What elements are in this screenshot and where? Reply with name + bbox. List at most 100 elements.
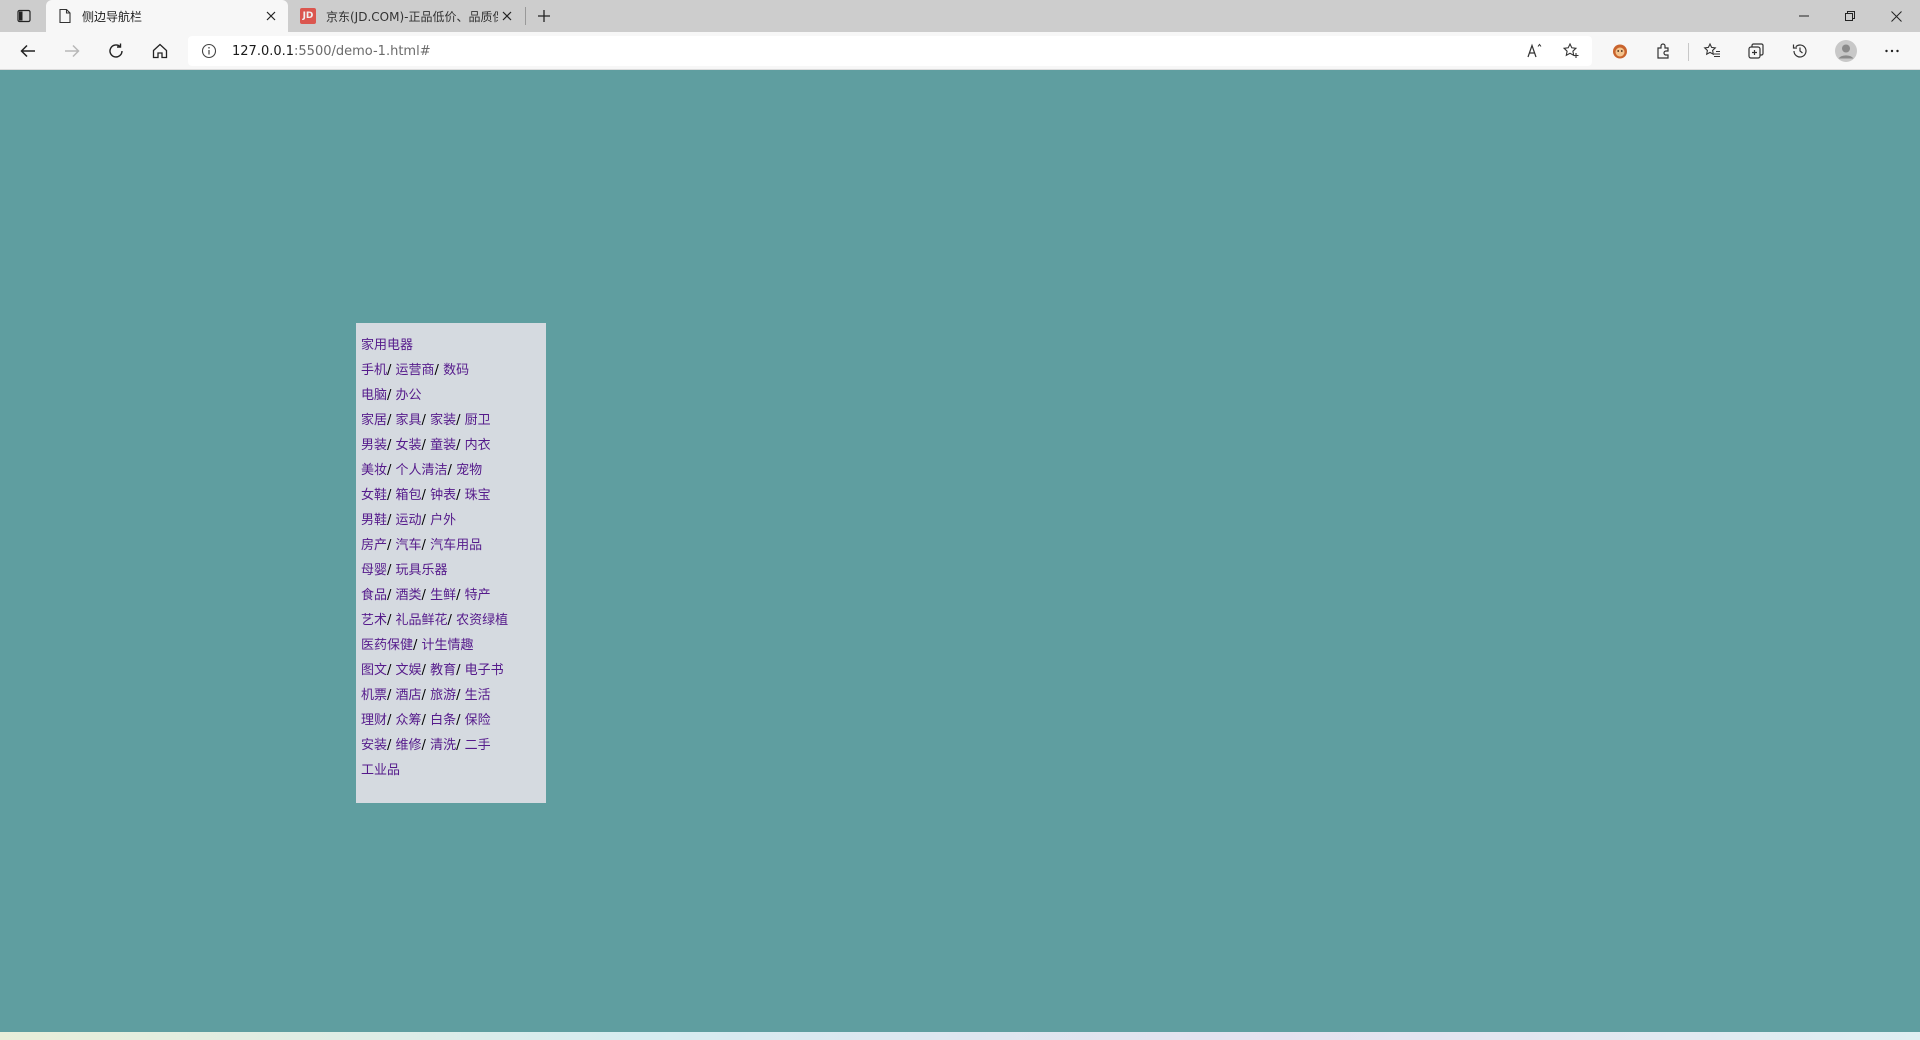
category-link[interactable]: 电脑: [361, 388, 387, 403]
add-favorite-button[interactable]: [1555, 35, 1587, 67]
category-link[interactable]: 厨卫: [465, 413, 491, 428]
extensions-button[interactable]: [1648, 35, 1680, 67]
category-link[interactable]: 美妆: [361, 463, 387, 478]
refresh-button[interactable]: [100, 35, 132, 67]
category-link[interactable]: 农资绿植: [456, 613, 508, 628]
category-link[interactable]: 图文: [361, 663, 387, 678]
category-link[interactable]: 电子书: [465, 663, 504, 678]
category-link[interactable]: 女鞋: [361, 488, 387, 503]
category-link[interactable]: 医药保健: [361, 638, 413, 653]
category-link[interactable]: 钟表: [430, 488, 456, 503]
category-link[interactable]: 白条: [430, 713, 456, 728]
category-link[interactable]: 食品: [361, 588, 387, 603]
category-link[interactable]: 安装: [361, 738, 387, 753]
category-separator: /: [421, 713, 431, 728]
address-bar[interactable]: 127.0.0.1:5500/demo-1.html#: [188, 36, 1592, 66]
category-link[interactable]: 男装: [361, 438, 387, 453]
category-link[interactable]: 宠物: [456, 463, 482, 478]
bottom-strip: [0, 1032, 1920, 1040]
category-row: 安装/ 维修/ 清洗/ 二手: [361, 733, 541, 758]
category-link[interactable]: 箱包: [396, 488, 422, 503]
category-link[interactable]: 酒店: [396, 688, 422, 703]
tab-divider: [525, 7, 526, 25]
category-link[interactable]: 二手: [465, 738, 491, 753]
category-link[interactable]: 男鞋: [361, 513, 387, 528]
home-button[interactable]: [144, 35, 176, 67]
category-link[interactable]: 手机: [361, 363, 387, 378]
category-link[interactable]: 酒类: [396, 588, 422, 603]
category-separator: /: [421, 588, 431, 603]
category-link[interactable]: 工业品: [361, 763, 400, 778]
profile-button[interactable]: [1830, 35, 1862, 67]
page-icon: [59, 8, 71, 24]
tab-jd[interactable]: JD 京东(JD.COM)-正品低价、品质保障: [288, 0, 524, 32]
category-link[interactable]: 户外: [430, 513, 456, 528]
collections-button[interactable]: [1740, 35, 1772, 67]
category-link[interactable]: 房产: [361, 538, 387, 553]
tab-close-button[interactable]: [262, 7, 280, 25]
category-link[interactable]: 特产: [465, 588, 491, 603]
category-link[interactable]: 计生情趣: [422, 638, 474, 653]
tab-sidenav[interactable]: 侧边导航栏: [46, 0, 288, 32]
category-link[interactable]: 维修: [396, 738, 422, 753]
extension-button[interactable]: [1604, 35, 1636, 67]
category-row: 理财/ 众筹/ 白条/ 保险: [361, 708, 541, 733]
category-link[interactable]: 教育: [430, 663, 456, 678]
category-separator: /: [421, 513, 431, 528]
category-row: 男鞋/ 运动/ 户外: [361, 508, 541, 533]
tab-actions-icon: [17, 9, 31, 23]
category-link[interactable]: 文娱: [396, 663, 422, 678]
history-button[interactable]: [1784, 35, 1816, 67]
minimize-button[interactable]: [1782, 0, 1826, 32]
category-separator: /: [456, 438, 465, 453]
category-link[interactable]: 机票: [361, 688, 387, 703]
category-separator: /: [456, 488, 465, 503]
category-link[interactable]: 清洗: [430, 738, 456, 753]
category-link[interactable]: 生鲜: [430, 588, 456, 603]
favorites-button[interactable]: [1696, 35, 1728, 67]
plus-icon: [538, 10, 550, 22]
category-link[interactable]: 数码: [443, 363, 469, 378]
close-window-button[interactable]: [1874, 0, 1918, 32]
category-link[interactable]: 保险: [465, 713, 491, 728]
category-link[interactable]: 家具: [396, 413, 422, 428]
category-link[interactable]: 旅游: [430, 688, 456, 703]
category-separator: /: [421, 438, 431, 453]
category-link[interactable]: 汽车: [396, 538, 422, 553]
category-link[interactable]: 生活: [465, 688, 491, 703]
category-row: 医药保健/ 计生情趣: [361, 633, 541, 658]
category-link[interactable]: 家用电器: [361, 338, 413, 353]
category-link[interactable]: 众筹: [396, 713, 422, 728]
category-link[interactable]: 家装: [430, 413, 456, 428]
category-link[interactable]: 个人清洁: [396, 463, 448, 478]
category-link[interactable]: 运动: [396, 513, 422, 528]
category-link[interactable]: 艺术: [361, 613, 387, 628]
info-icon: [201, 43, 217, 59]
category-link[interactable]: 运营商: [396, 363, 435, 378]
category-link[interactable]: 母婴: [361, 563, 387, 578]
category-link[interactable]: 礼品鲜花: [396, 613, 448, 628]
category-link[interactable]: 办公: [396, 388, 422, 403]
more-button[interactable]: [1876, 35, 1908, 67]
category-link[interactable]: 汽车用品: [430, 538, 482, 553]
category-link[interactable]: 玩具乐器: [396, 563, 448, 578]
category-link[interactable]: 内衣: [465, 438, 491, 453]
tab-title: 京东(JD.COM)-正品低价、品质保障: [326, 9, 498, 24]
category-separator: /: [421, 538, 431, 553]
category-link[interactable]: 童装: [430, 438, 456, 453]
site-info-button[interactable]: [200, 42, 218, 60]
tab-actions-button[interactable]: [8, 4, 40, 28]
category-link[interactable]: 珠宝: [465, 488, 491, 503]
back-button[interactable]: [12, 35, 44, 67]
read-aloud-button[interactable]: [1519, 35, 1551, 67]
new-tab-button[interactable]: [530, 4, 558, 28]
category-link[interactable]: 女装: [396, 438, 422, 453]
tab-close-button[interactable]: [498, 7, 516, 25]
category-separator: /: [447, 463, 457, 478]
restore-button[interactable]: [1828, 0, 1872, 32]
category-row: 电脑/ 办公: [361, 383, 541, 408]
forward-button[interactable]: [56, 35, 88, 67]
category-separator: /: [387, 563, 396, 578]
category-link[interactable]: 家居: [361, 413, 387, 428]
category-link[interactable]: 理财: [361, 713, 387, 728]
